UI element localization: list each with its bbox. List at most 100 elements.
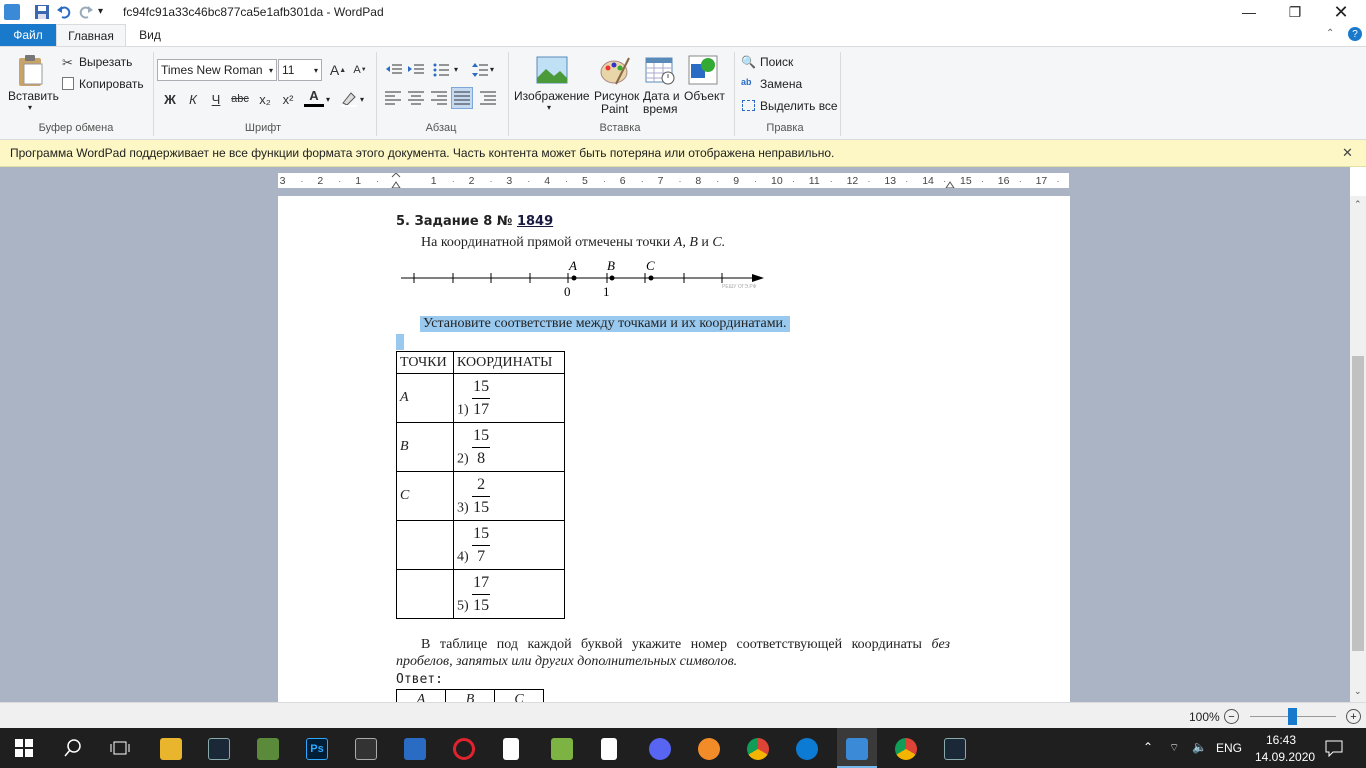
copy-button[interactable]: Копировать [79,77,144,91]
paint-icon[interactable] [600,56,630,86]
close-button[interactable]: ✕ [1318,0,1364,24]
image-icon[interactable] [536,56,568,84]
font-family-select[interactable]: Times New Roman ▾ [157,59,277,81]
customize-quick-access-icon[interactable]: ▾ [98,6,114,22]
font-size-select[interactable]: 11 ▾ [278,59,322,81]
replace-button[interactable]: Замена [760,77,802,91]
replace-icon[interactable]: ab [741,77,752,87]
paint-label-1[interactable]: Рисунок [594,89,639,103]
object-icon[interactable] [688,55,718,85]
vertical-scrollbar[interactable]: ⌃ ⌄ [1350,196,1366,702]
bullet-dropdown-icon[interactable]: ▾ [454,65,458,74]
search-icon[interactable] [63,738,83,761]
paragraph-settings-icon[interactable] [478,88,498,108]
window-app-icon[interactable] [404,738,426,760]
italic-button[interactable]: К [183,89,203,109]
discord-icon[interactable] [649,738,671,760]
volume-icon[interactable]: 🔈 [1192,740,1207,754]
copy-icon[interactable] [62,77,74,90]
strikethrough-button[interactable]: abc [230,89,250,109]
select-all-button[interactable]: Выделить все [760,99,838,113]
tab-view[interactable]: Вид [130,24,170,46]
text-color-dropdown-icon[interactable]: ▾ [326,95,330,104]
save-icon[interactable] [34,4,50,20]
date-time-label-1[interactable]: Дата и [643,89,680,103]
undo-icon[interactable] [56,4,72,20]
wifi-icon[interactable]: ⌔ [1169,741,1179,755]
paste-button[interactable]: Вставить [8,89,59,103]
find-button[interactable]: Поиск [760,55,793,69]
line-spacing-icon[interactable] [470,60,490,80]
superscript-button[interactable]: x² [278,89,298,109]
zoom-in-icon[interactable]: + [1346,709,1361,724]
grow-font-icon[interactable]: A ▲ [328,60,348,80]
paste-dropdown-icon[interactable]: ▾ [28,103,32,112]
photoshop-icon[interactable]: Ps [306,738,328,760]
help-icon[interactable]: ? [1348,27,1362,41]
chrome-icon[interactable] [895,738,917,760]
document-page[interactable]: 5. Задание 8 № 1849 На координатной прям… [278,196,1070,702]
minimize-button[interactable]: — [1226,0,1272,24]
opera-icon[interactable] [453,738,475,760]
windows-start-icon[interactable] [15,739,33,760]
select-all-icon[interactable] [742,100,755,111]
justify-icon[interactable] [451,87,473,109]
date-time-icon[interactable] [645,55,675,85]
insert-object-button[interactable]: Объект [684,89,725,103]
minecraft-icon[interactable] [257,738,279,760]
wordpad-app-icon[interactable] [4,4,20,20]
android-app-icon[interactable] [551,738,573,760]
underline-button[interactable]: Ч [206,89,226,109]
align-right-icon[interactable] [429,88,449,108]
find-icon[interactable]: 🔍 [741,55,756,69]
image-dropdown-icon[interactable]: ▾ [547,103,551,112]
decrease-indent-icon[interactable] [384,60,404,80]
align-center-icon[interactable] [406,88,426,108]
chrome-icon[interactable] [747,738,769,760]
highlight-dropdown-icon[interactable]: ▾ [360,95,364,104]
maximize-button[interactable]: ❐ [1272,0,1318,24]
scroll-down-icon[interactable]: ⌄ [1354,686,1362,697]
document-icon[interactable] [601,738,617,760]
line-spacing-dropdown-icon[interactable]: ▾ [490,65,494,74]
steam-icon[interactable] [208,738,230,760]
infobar-close-icon[interactable]: ✕ [1342,145,1353,161]
bullet-list-icon[interactable] [431,60,451,80]
zoom-out-icon[interactable]: − [1224,709,1239,724]
clock-date[interactable]: 14.09.2020 [1255,750,1315,764]
cut-button[interactable]: Вырезать [79,55,132,69]
video-editor-icon[interactable] [355,738,377,760]
ruler[interactable]: 3 · 2 · 1 · 1 · 2 · 3 · 4 · 5 · 6 · 7 · 8 · 9 · 10 · 11 · 12 · 13 · 14 · 1… [278,172,1069,189]
bold-button[interactable]: Ж [160,89,180,109]
file-explorer-icon[interactable] [160,738,182,760]
scroll-thumb[interactable] [1352,356,1364,651]
date-time-label-2[interactable]: время [643,102,677,116]
insert-image-button[interactable]: Изображение [514,89,590,103]
edge-icon[interactable] [796,738,818,760]
task-view-icon[interactable] [110,739,130,760]
cut-icon[interactable]: ✂ [62,55,73,71]
tab-home[interactable]: Главная [56,24,126,46]
language-indicator[interactable]: ENG [1216,741,1242,755]
wordpad-icon[interactable] [846,738,868,760]
increase-indent-icon[interactable] [406,60,426,80]
task-number-link[interactable]: 1849 [517,214,553,229]
paste-icon[interactable] [16,54,46,88]
text-color-button[interactable]: A [304,87,324,107]
show-hidden-icons-icon[interactable]: ⌃ [1143,740,1153,754]
fl-studio-icon[interactable] [698,738,720,760]
clock-time[interactable]: 16:43 [1266,733,1296,747]
zoom-slider-thumb[interactable] [1288,708,1297,725]
redo-icon[interactable] [78,4,94,20]
collapse-ribbon-icon[interactable]: ⌃ [1326,28,1334,39]
highlight-icon[interactable] [339,88,359,108]
shrink-font-icon[interactable]: A ▼ [350,60,370,80]
document-icon[interactable] [503,738,519,760]
tab-file[interactable]: Файл [0,24,56,46]
steam-icon[interactable] [944,738,966,760]
paint-label-2[interactable]: Paint [601,102,628,116]
align-left-icon[interactable] [383,88,403,108]
notification-icon[interactable] [1325,739,1343,760]
subscript-button[interactable]: x₂ [255,89,275,109]
scroll-up-icon[interactable]: ⌃ [1354,199,1362,210]
